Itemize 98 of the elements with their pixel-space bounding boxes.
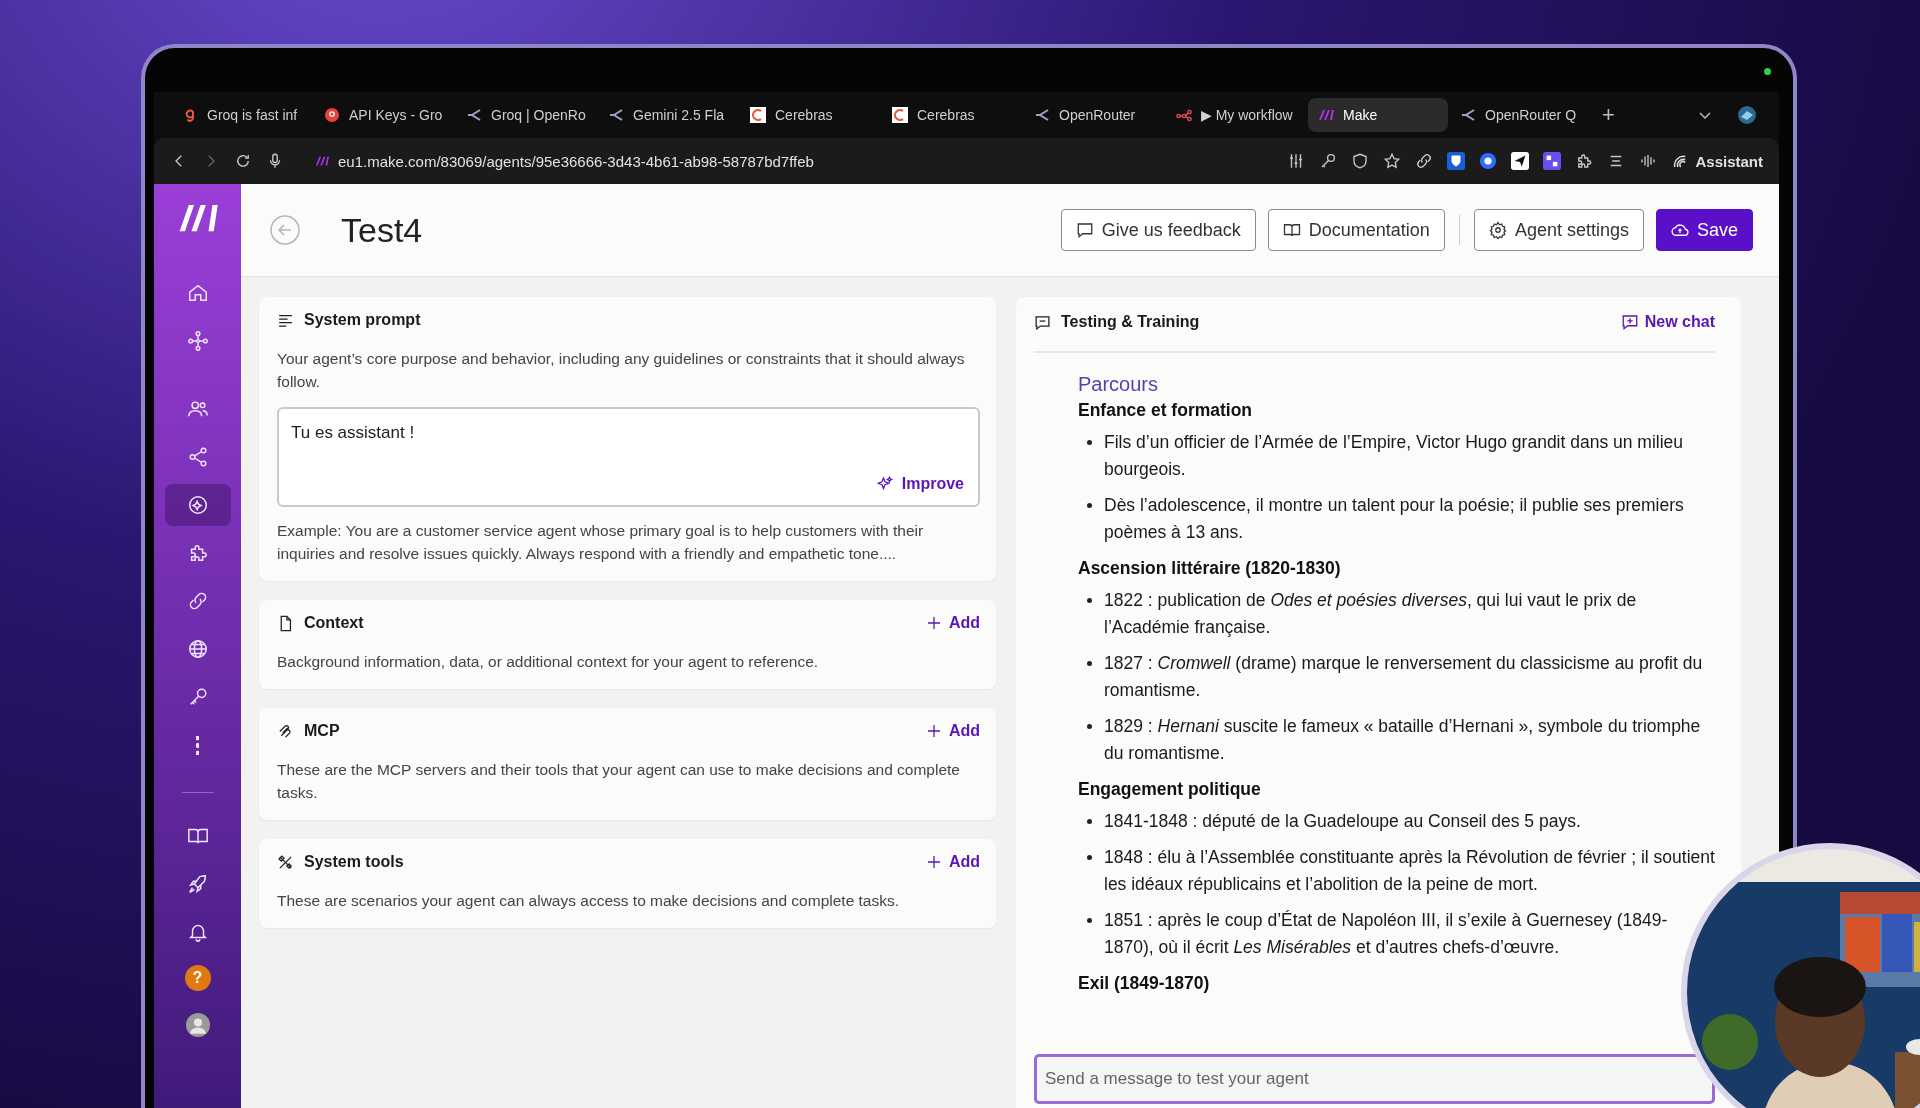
grid-extension-icon[interactable] xyxy=(1543,152,1562,170)
browser-tab[interactable]: OpenRouter Q xyxy=(1450,98,1590,132)
nodes-icon xyxy=(186,330,209,352)
sparkle-circle-icon xyxy=(186,494,209,516)
card-title: System tools xyxy=(304,853,404,871)
more-icon xyxy=(195,735,200,755)
reload-icon[interactable] xyxy=(234,152,252,170)
address-field[interactable]: eu1.make.com/83069/agents/95e36666-3d43-4b61-ab98-58787bd7ffeb xyxy=(298,152,1274,170)
plug-icon xyxy=(277,722,294,740)
shield-icon[interactable] xyxy=(1351,152,1370,170)
add-button[interactable]: Add xyxy=(924,853,980,871)
browser-tab[interactable]: Groq | OpenRo xyxy=(456,98,596,132)
bullet-icon xyxy=(1087,503,1092,508)
browser-tab[interactable]: OpenRouter xyxy=(1024,98,1164,132)
panel-title: Testing & Training xyxy=(1061,313,1200,331)
list-item-text: 1841-1848 : député de la Guadeloupe au Conseil des 5 pays. xyxy=(1104,810,1581,833)
browser-tab[interactable]: Groq is fast inf xyxy=(172,98,312,132)
header-button[interactable]: Give us feedback xyxy=(1060,209,1256,251)
tab-favicon xyxy=(1034,107,1050,123)
list-item-text: Dès l’adolescence, il montre un talent pour la poésie; il publie ses premiers poèmes à 13 ans. xyxy=(1104,494,1685,544)
section-heading: Engagement politique xyxy=(1078,778,1262,801)
card-description: Background information, data, or additional context for your agent to reference. xyxy=(277,652,820,672)
star-icon[interactable] xyxy=(1383,152,1402,170)
camera-indicator xyxy=(1764,68,1771,75)
profile-icon[interactable] xyxy=(1736,105,1757,125)
message-heading: Parcours xyxy=(1078,372,1160,397)
browser-tab[interactable]: API Keys - Gro xyxy=(314,98,454,132)
new-chat-button[interactable]: New chat xyxy=(1620,313,1715,331)
tab-favicon xyxy=(1318,107,1334,123)
chat-bubble-icon xyxy=(1075,221,1094,239)
message-input[interactable]: Send a message to test your agent xyxy=(1034,1054,1715,1104)
sparkle-icon xyxy=(875,475,894,493)
bullet-icon xyxy=(1087,724,1092,729)
book-icon xyxy=(1282,221,1301,239)
tab-favicon xyxy=(1460,107,1476,123)
card-description: These are the MCP servers and their tools that your agent can use to make decisions and complete tasks. xyxy=(277,760,961,803)
section-heading: Exil (1849-1870) xyxy=(1078,972,1211,995)
improve-button[interactable]: Improve xyxy=(873,473,966,495)
globe-icon xyxy=(186,638,209,660)
assistant-button[interactable]: Assistant xyxy=(1671,152,1763,170)
list-item-text: 1827 : Cromwell (drame) marque le renversement du classicisme au profit du romantisme. xyxy=(1104,652,1704,702)
add-button[interactable]: Add xyxy=(924,722,980,740)
url-text: eu1.make.com/83069/agents/95e36666-3d43-4b61-ab98-58787bd7ffeb xyxy=(338,152,814,170)
chat-icon xyxy=(1034,313,1051,331)
circle-extension-icon[interactable] xyxy=(1479,152,1498,170)
bullet-icon xyxy=(1087,661,1092,666)
card-title: MCP xyxy=(304,722,340,740)
browser-tab[interactable]: Make xyxy=(1308,98,1448,132)
shield-extension-icon[interactable] xyxy=(1447,152,1466,170)
cloud-upload-icon xyxy=(1670,221,1689,239)
rocket-icon xyxy=(186,873,209,895)
header-button[interactable]: Documentation xyxy=(1267,209,1445,251)
prompt-field[interactable]: Tu es assistant ! Improve xyxy=(277,407,980,507)
puzzle-icon[interactable] xyxy=(1575,152,1594,170)
list-item-text: 1822 : publication de Odes et poésies diverses, qui lui vaut le prix de l’Académie française. xyxy=(1104,589,1638,639)
link-icon[interactable] xyxy=(1415,152,1434,170)
site-icon xyxy=(314,154,330,168)
browser-tab[interactable]: Cerebras xyxy=(882,98,1022,132)
chat-plus-icon xyxy=(1620,313,1639,331)
bullet-icon xyxy=(1087,819,1092,824)
tab-favicon xyxy=(324,107,340,123)
save-button[interactable]: Save xyxy=(1655,209,1753,251)
list-item-text: Fils d’un officier de l’Armée de l’Empire, Victor Hugo grandit dans un milieu bourgeois. xyxy=(1104,431,1685,481)
send-extension-icon[interactable] xyxy=(1511,152,1530,170)
browser-tab[interactable]: ▶ My workflow xyxy=(1166,98,1306,132)
tab-favicon xyxy=(1176,107,1192,123)
tools-icon xyxy=(277,853,294,871)
tab-favicon xyxy=(750,107,766,123)
card-description: Your agent’s core purpose and behavior, including any guidelines or constraints that it should always follow. xyxy=(277,349,966,392)
bullet-icon xyxy=(1087,440,1092,445)
example-text: Example: You are a customer service agent whose primary goal is to help customers with their inquiries and resolve issues quickly. Always respond with a friendly and empathetic tone.... xyxy=(277,521,925,564)
card-title: Context xyxy=(304,614,364,632)
bullet-icon xyxy=(1087,918,1092,923)
tab-favicon xyxy=(608,107,624,123)
prompt-text: Tu es assistant ! xyxy=(291,423,415,442)
list-item-text: 1851 : après le coup d’État de Napoléon III, il s’exile à Guernesey (1849-1870), où il écrit Les Misérables et d’autres chefs-d’œuvre. xyxy=(1104,909,1669,959)
settings-icon xyxy=(1488,221,1507,239)
card-title: System prompt xyxy=(304,311,421,329)
sidebar-item[interactable] xyxy=(164,484,231,526)
add-button[interactable]: Add xyxy=(924,614,980,632)
section-heading: Ascension littéraire (1820-1830) xyxy=(1078,557,1342,580)
home-icon xyxy=(186,282,209,304)
new-tab-button[interactable]: + xyxy=(1592,102,1625,128)
card-description: These are scenarios your agent can always access to make decisions and complete tasks. xyxy=(277,891,901,911)
header-button[interactable]: Agent settings xyxy=(1473,209,1644,251)
bullet-icon xyxy=(1087,598,1092,603)
key-icon[interactable] xyxy=(1319,152,1338,170)
browser-tab[interactable]: Gemini 2.5 Fla xyxy=(598,98,738,132)
list-item-text: 1829 : Hernani suscite le fameux « bataille d’Hernani », symbole du triomphe du romantisme. xyxy=(1104,715,1702,765)
waveform-icon[interactable] xyxy=(1639,152,1658,170)
tab-favicon xyxy=(892,107,908,123)
section-heading: Enfance et formation xyxy=(1078,399,1254,422)
list-item-text: 1848 : élu à l’Assemblée constituante après la Révolution de février ; il soutient les idéaux républicains et l’abolition de la peine de mort. xyxy=(1104,846,1715,896)
avatar-icon[interactable] xyxy=(185,1013,210,1037)
browser-tab[interactable]: Cerebras xyxy=(740,98,880,132)
page-title: Test4 xyxy=(341,210,423,250)
bullet-icon xyxy=(1087,855,1092,860)
tab-favicon xyxy=(466,107,482,123)
